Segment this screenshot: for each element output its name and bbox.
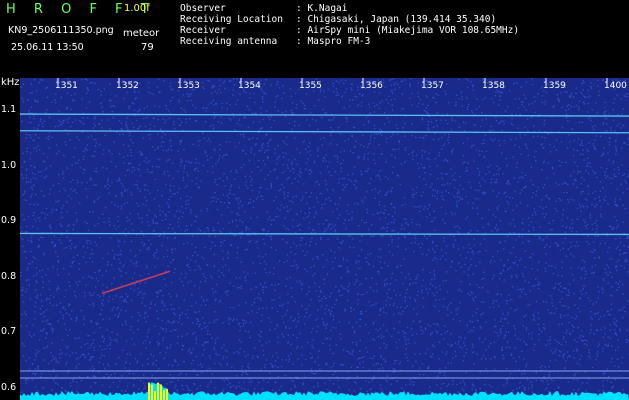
info-row-antenna: Receiving antenna : Maspro FM-3 bbox=[180, 36, 519, 47]
filename-label: KN9_2506111350.png bbox=[8, 25, 114, 36]
y-tick-label: 1.1 bbox=[1, 104, 17, 116]
count-label: 79 bbox=[141, 42, 154, 53]
x-tick-label: 1353 bbox=[177, 81, 200, 91]
signal-peak bbox=[166, 388, 168, 400]
header: H R O F F T 1.00f KN9_2506111350.png met… bbox=[0, 0, 629, 78]
datetime-label: 25.06.11 13:50 bbox=[11, 42, 84, 53]
x-tick-label: 1358 bbox=[482, 81, 505, 91]
info-row-observer: Observer : K.Nagai bbox=[180, 3, 519, 14]
info-value: : Chigasaki, Japan (139.414 35.340) bbox=[296, 14, 497, 25]
x-tick-label: 1359 bbox=[543, 81, 566, 91]
spectrogram bbox=[20, 78, 629, 400]
info-label: Receiving antenna bbox=[180, 36, 278, 47]
info-value: : AirSpy mini (Miakejima VOR 108.65MHz) bbox=[296, 25, 520, 36]
info-value: : Maspro FM-3 bbox=[296, 36, 371, 47]
info-value: : K.Nagai bbox=[296, 3, 348, 14]
x-tick-label: 1400 bbox=[604, 81, 627, 91]
info-row-location: Receiving Location : Chigasaki, Japan (13… bbox=[180, 14, 519, 25]
spectrogram-background bbox=[20, 78, 629, 400]
y-tick-label: 0.8 bbox=[1, 270, 17, 282]
info-panel: Observer : K.Nagai Receiving Location : Ch… bbox=[180, 3, 519, 47]
x-tick-label: 1357 bbox=[421, 81, 444, 91]
y-tick-label: 0.9 bbox=[1, 215, 17, 227]
x-tick-label: 1351 bbox=[55, 81, 78, 91]
info-label: Receiving Location bbox=[180, 14, 283, 25]
y-tick-label: 1.0 bbox=[1, 159, 17, 171]
y-axis-unit: kHz bbox=[1, 77, 20, 88]
signal-peak bbox=[148, 382, 150, 400]
signal-peak bbox=[154, 391, 156, 400]
x-tick-label: 1355 bbox=[299, 81, 322, 91]
info-label: Receiver bbox=[180, 25, 226, 36]
mode-label: meteor bbox=[123, 28, 160, 39]
x-tick-label: 1356 bbox=[360, 81, 383, 91]
info-row-receiver: Receiver : AirSpy mini (Miakejima VOR 108… bbox=[180, 25, 519, 36]
y-tick-label: 0.7 bbox=[1, 326, 17, 338]
x-tick-label: 1354 bbox=[238, 81, 261, 91]
y-tick-label: 0.6 bbox=[1, 381, 17, 393]
x-tick-label: 1352 bbox=[116, 81, 139, 91]
signal-peak bbox=[160, 384, 162, 400]
signal-peak bbox=[163, 390, 165, 400]
signal-peak bbox=[151, 384, 153, 400]
version-label: 1.00f bbox=[124, 3, 150, 14]
info-label: Observer bbox=[180, 3, 226, 14]
signal-peak bbox=[157, 382, 159, 400]
